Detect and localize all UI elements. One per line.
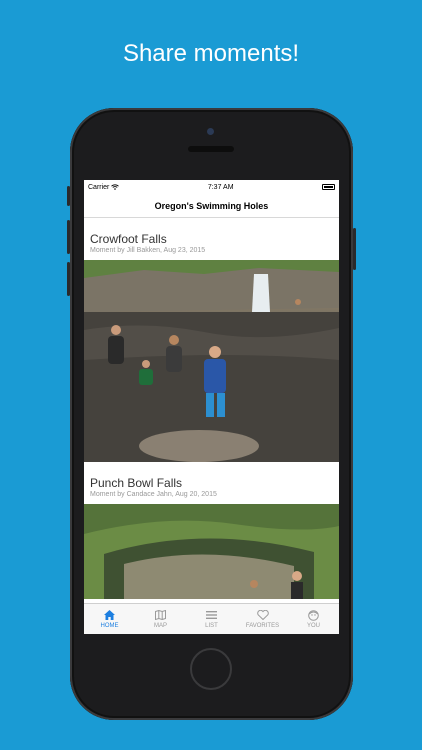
moment-title[interactable]: Punch Bowl Falls	[90, 476, 333, 490]
moment-meta: Moment by Candace Jahn, Aug 20, 2015	[90, 491, 217, 498]
promo-headline: Share moments!	[122, 40, 300, 67]
tab-label: HOME	[100, 622, 119, 629]
map-icon	[155, 610, 167, 621]
moment-photo[interactable]	[84, 504, 339, 599]
status-bar: Carrier 7:37 AM	[84, 180, 339, 194]
nav-bar: Oregon's Swimming Holes	[84, 194, 339, 218]
moment-title[interactable]: Crowfoot Falls	[90, 232, 333, 246]
moment-photo[interactable]	[84, 260, 339, 462]
power-button	[353, 228, 356, 270]
tab-favorites[interactable]: FAVORITES	[237, 604, 288, 634]
tab-map[interactable]: MAP	[135, 604, 186, 634]
tab-list[interactable]: LIST	[186, 604, 237, 634]
face-icon	[308, 609, 320, 621]
heart-icon	[256, 610, 269, 621]
home-button[interactable]	[190, 648, 232, 690]
phone-screen: Carrier 7:37 AM Oregon's Swimming Holes …	[84, 180, 339, 634]
app-title: Oregon's Swimming Holes	[154, 200, 269, 211]
tab-you[interactable]: YOU	[288, 604, 339, 634]
tab-label: YOU	[306, 622, 320, 629]
phone-frame: Carrier 7:37 AM Oregon's Swimming Holes …	[67, 108, 356, 720]
front-camera	[207, 128, 214, 135]
carrier-label: Carrier	[88, 183, 110, 191]
moments-feed[interactable]: Crowfoot Falls Moment by Jill Bakken, Au…	[84, 218, 339, 604]
tab-home[interactable]: HOME	[84, 604, 135, 634]
tab-label: FAVORITES	[245, 622, 280, 629]
mute-switch	[67, 186, 70, 206]
earpiece-speaker	[188, 146, 234, 152]
moment-card[interactable]: Punch Bowl Falls Moment by Candace Jahn,…	[84, 462, 339, 599]
photo-punch-bowl-falls	[84, 504, 339, 599]
tab-label: MAP	[153, 622, 167, 629]
wifi-icon	[111, 184, 120, 190]
moment-card[interactable]: Crowfoot Falls Moment by Jill Bakken, Au…	[84, 218, 339, 462]
tab-label: LIST	[205, 622, 218, 629]
battery-icon	[321, 184, 335, 190]
list-icon	[206, 610, 218, 621]
home-icon	[104, 610, 116, 621]
volume-up-button	[67, 220, 70, 254]
volume-down-button	[67, 262, 70, 296]
status-time: 7:37 AM	[207, 183, 234, 191]
photo-crowfoot-falls	[84, 260, 339, 462]
tab-bar: HOME MAP LIST FAVORITES YOU	[84, 603, 339, 634]
moment-meta: Moment by Jill Bakken, Aug 23, 2015	[90, 247, 206, 254]
